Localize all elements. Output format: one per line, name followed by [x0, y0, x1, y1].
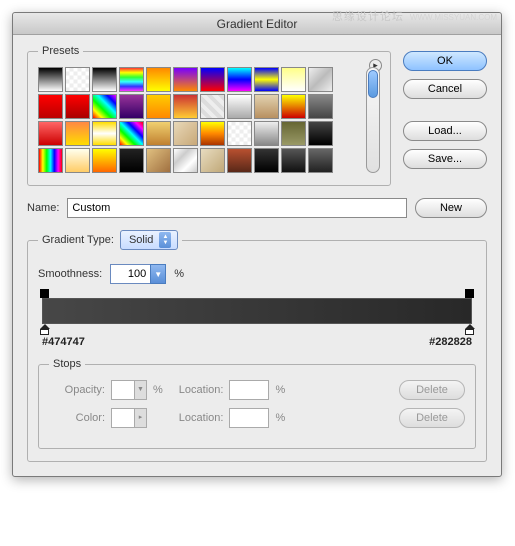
stops-fieldset: Stops Opacity: ▼ % Location: % Delete Co… — [38, 358, 476, 449]
preset-swatch[interactable] — [119, 121, 144, 146]
opacity-label: Opacity: — [49, 384, 105, 396]
delete-opacity-button: Delete — [399, 380, 465, 400]
gradient-fieldset: Gradient Type: Solid ▲▼ Smoothness: ▼ % — [27, 230, 487, 462]
preset-swatch[interactable] — [254, 67, 279, 92]
preset-swatch[interactable] — [173, 148, 198, 173]
hex-left: #474747 — [42, 336, 85, 348]
hex-right: #282828 — [429, 336, 472, 348]
gradient-editor-dialog: Gradient Editor Presets ▸ OK Cancel Load… — [12, 12, 502, 477]
presets-fieldset: Presets ▸ — [27, 45, 391, 186]
select-arrows-icon: ▲▼ — [159, 232, 171, 248]
preset-swatch[interactable] — [173, 67, 198, 92]
preset-swatch[interactable] — [281, 94, 306, 119]
gradient-type-label: Gradient Type: — [42, 234, 114, 246]
preset-swatch[interactable] — [92, 148, 117, 173]
preset-swatch[interactable] — [65, 121, 90, 146]
delete-color-button: Delete — [399, 408, 465, 428]
preset-swatch[interactable] — [200, 67, 225, 92]
loc1-pct: % — [275, 384, 285, 396]
preset-swatch[interactable] — [146, 94, 171, 119]
dialog-title: Gradient Editor — [13, 13, 501, 35]
color-label: Color: — [49, 412, 105, 424]
preset-swatch[interactable] — [38, 148, 63, 173]
color-location-input — [229, 408, 269, 428]
preset-swatch[interactable] — [146, 121, 171, 146]
presets-legend: Presets — [38, 45, 83, 57]
opacity-stop-right[interactable] — [465, 289, 474, 298]
preset-swatch[interactable] — [308, 67, 333, 92]
smoothness-input[interactable] — [110, 264, 150, 284]
preset-swatch[interactable] — [119, 67, 144, 92]
opacity-field: ▼ — [111, 380, 147, 400]
stops-legend: Stops — [49, 358, 85, 370]
preset-swatch[interactable] — [65, 148, 90, 173]
preset-swatch[interactable] — [227, 148, 252, 173]
preset-swatch[interactable] — [200, 94, 225, 119]
location-label-1: Location: — [179, 384, 224, 396]
ok-button[interactable]: OK — [403, 51, 487, 71]
preset-swatch[interactable] — [173, 121, 198, 146]
preset-swatch[interactable] — [146, 148, 171, 173]
gradient-type-row: Gradient Type: Solid ▲▼ — [38, 230, 182, 250]
preset-swatch[interactable] — [146, 67, 171, 92]
preset-swatch[interactable] — [173, 94, 198, 119]
preset-swatch[interactable] — [65, 67, 90, 92]
preset-swatch[interactable] — [38, 94, 63, 119]
scrollbar-thumb[interactable] — [368, 70, 378, 98]
preset-swatch[interactable] — [254, 121, 279, 146]
opacity-stop-left[interactable] — [40, 289, 49, 298]
preset-swatch[interactable] — [281, 148, 306, 173]
smoothness-dropdown-icon[interactable]: ▼ — [150, 264, 166, 284]
location-label-2: Location: — [179, 412, 224, 424]
preset-swatch[interactable] — [281, 121, 306, 146]
preset-swatch[interactable] — [38, 67, 63, 92]
color-stop-right[interactable] — [464, 324, 475, 335]
new-button[interactable]: New — [415, 198, 487, 218]
name-label: Name: — [27, 202, 59, 214]
color-swatch: ▸ — [111, 408, 147, 428]
preset-swatch[interactable] — [227, 94, 252, 119]
preset-swatch[interactable] — [308, 148, 333, 173]
preset-swatch[interactable] — [308, 94, 333, 119]
color-stop-left[interactable] — [39, 324, 50, 335]
load-button[interactable]: Load... — [403, 121, 487, 141]
gradient-preview[interactable] — [42, 298, 472, 324]
opacity-pct: % — [153, 384, 163, 396]
save-button[interactable]: Save... — [403, 149, 487, 169]
preset-swatch[interactable] — [254, 94, 279, 119]
preset-swatch[interactable] — [92, 94, 117, 119]
preset-swatch[interactable] — [227, 121, 252, 146]
preset-swatch[interactable] — [119, 94, 144, 119]
preset-swatch[interactable] — [119, 148, 144, 173]
presets-scrollbar[interactable] — [366, 67, 380, 173]
preset-swatch[interactable] — [38, 121, 63, 146]
preset-swatch[interactable] — [92, 121, 117, 146]
preset-swatch[interactable] — [227, 67, 252, 92]
gradient-bar[interactable] — [42, 298, 472, 324]
smoothness-pct: % — [174, 268, 184, 280]
preset-swatch[interactable] — [308, 121, 333, 146]
preset-swatch[interactable] — [200, 121, 225, 146]
gradient-type-select[interactable]: Solid ▲▼ — [120, 230, 178, 250]
preset-swatch[interactable] — [254, 148, 279, 173]
presets-grid — [38, 67, 362, 173]
opacity-location-input — [229, 380, 269, 400]
smoothness-label: Smoothness: — [38, 268, 102, 280]
cancel-button[interactable]: Cancel — [403, 79, 487, 99]
loc2-pct: % — [275, 412, 285, 424]
preset-swatch[interactable] — [200, 148, 225, 173]
preset-swatch[interactable] — [281, 67, 306, 92]
preset-swatch[interactable] — [92, 67, 117, 92]
preset-swatch[interactable] — [65, 94, 90, 119]
name-input[interactable] — [67, 198, 407, 218]
